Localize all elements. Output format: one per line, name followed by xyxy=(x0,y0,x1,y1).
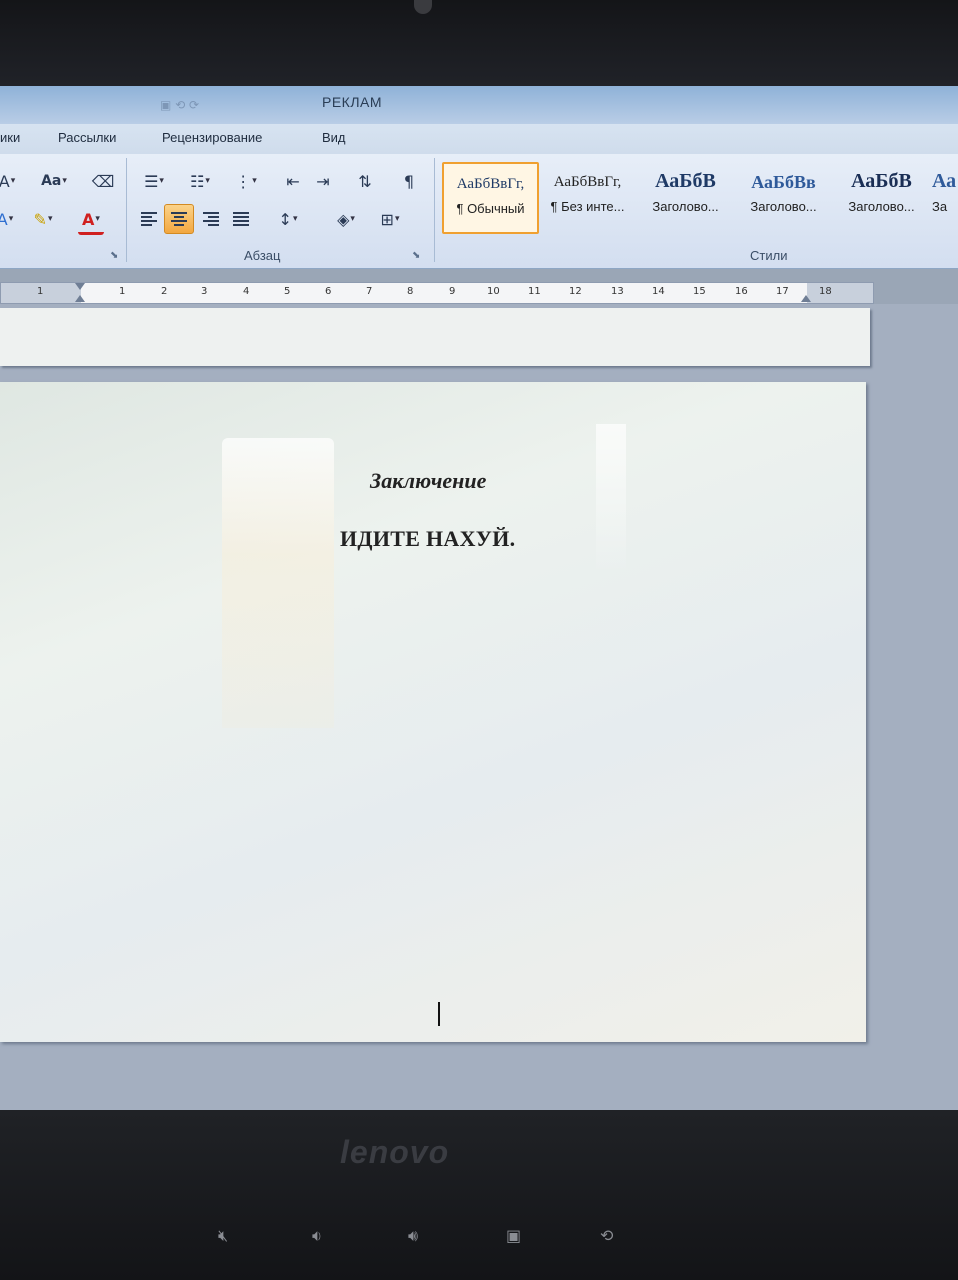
document-page[interactable]: Заключение ИДИТЕ НАХУЙ. xyxy=(0,382,866,1042)
ruler-number: 1 xyxy=(119,286,126,297)
change-case-button[interactable]: Aa ▾ xyxy=(36,168,72,194)
align-center-button[interactable] xyxy=(164,204,194,234)
ruler-number: 18 xyxy=(819,286,832,297)
style-name: ¶ Без инте... xyxy=(550,199,625,214)
right-indent-marker[interactable] xyxy=(801,295,811,302)
clear-formatting-icon[interactable]: ⌫ xyxy=(90,168,116,194)
tab-insert[interactable]: ики xyxy=(0,130,20,145)
justify-button[interactable] xyxy=(228,206,254,232)
camera-icon[interactable]: ▣ xyxy=(506,1226,521,1245)
numbering-button[interactable]: ☷ ▾ xyxy=(182,168,218,194)
window-title: РЕКЛАМ xyxy=(322,94,383,110)
ruler-number: 1 xyxy=(37,286,44,297)
multilevel-list-button[interactable]: ⋮ ▾ xyxy=(228,168,264,194)
laptop-bottom-bezel: lenovo 🔇︎ 🔉︎ 🔊︎ ▣ ⟲ xyxy=(0,1110,958,1280)
paragraph-dialog-launcher-icon[interactable]: ⬊ xyxy=(412,250,420,261)
ruler-number: 8 xyxy=(407,286,414,297)
ruler-number: 6 xyxy=(325,286,332,297)
decrease-indent-icon[interactable]: ⇤ xyxy=(280,168,306,194)
font-color-button[interactable]: A ▾ xyxy=(78,206,104,235)
font-dialog-launcher-icon[interactable]: ⬊ xyxy=(110,250,118,261)
align-left-button[interactable] xyxy=(136,206,162,232)
styles-group-label: Стили xyxy=(750,248,788,263)
document-heading[interactable]: Заключение xyxy=(370,468,486,494)
ruler-number: 14 xyxy=(652,286,665,297)
ruler-number: 5 xyxy=(284,286,291,297)
borders-button[interactable]: ⊞ ▾ xyxy=(372,206,408,232)
tab-review[interactable]: Рецензирование xyxy=(162,130,262,145)
style-heading-2[interactable]: АаБбВв Заголово... xyxy=(736,162,831,232)
style-subtitle[interactable]: Аа За xyxy=(932,162,958,232)
bullets-button[interactable]: ☰ ▾ xyxy=(136,168,172,194)
show-marks-icon[interactable]: ¶ xyxy=(396,168,422,194)
ruler-number: 15 xyxy=(693,286,706,297)
quick-access-toolbar[interactable]: ▣ ⟲ ⟳ xyxy=(160,98,199,112)
ruler-number: 11 xyxy=(528,286,541,297)
document-area[interactable]: Заключение ИДИТЕ НАХУЙ. xyxy=(0,304,958,1110)
ruler-number: 3 xyxy=(201,286,208,297)
ruler-number: 16 xyxy=(735,286,748,297)
paragraph-group-label: Абзац xyxy=(244,248,281,263)
ruler-number: 10 xyxy=(487,286,500,297)
style-sample: АаБбВ xyxy=(851,170,912,192)
screen-glare xyxy=(596,424,626,574)
tab-mailings[interactable]: Рассылки xyxy=(58,130,116,145)
style-title[interactable]: АаБбВ Заголово... xyxy=(834,162,929,232)
style-normal[interactable]: АаБбВвГг, ¶ Обычный xyxy=(442,162,539,234)
ribbon: A ▾ Aa ▾ ⌫ A ▾ ✎ ▾ A ▾ ⬊ ☰ ▾ ☷ ▾ ⋮ ▾ ⇤ ⇥ ⇅ ¶ ↕ ▾ … xyxy=(0,154,958,269)
style-sample: АаБбВ xyxy=(655,170,716,192)
text-cursor xyxy=(438,1002,440,1026)
align-right-button[interactable] xyxy=(198,206,224,232)
style-sample: АаБбВв xyxy=(751,172,816,192)
ribbon-tabs: ики Рассылки Рецензирование Вид xyxy=(0,124,958,155)
style-name: Заголово... xyxy=(848,199,915,214)
webcam-icon xyxy=(414,0,432,14)
hanging-indent-marker[interactable] xyxy=(75,295,85,302)
line-spacing-button[interactable]: ↕ ▾ xyxy=(270,206,306,232)
shading-button[interactable]: ◈ ▾ xyxy=(328,206,364,232)
document-paragraph[interactable]: ИДИТЕ НАХУЙ. xyxy=(340,526,515,552)
onekey-recovery-icon[interactable]: ⟲ xyxy=(600,1226,613,1245)
ruler-number: 7 xyxy=(366,286,373,297)
ruler-number: 13 xyxy=(611,286,624,297)
group-separator xyxy=(126,158,127,262)
style-no-spacing[interactable]: АаБбВвГг, ¶ Без инте... xyxy=(540,162,635,232)
change-case-label: Aa xyxy=(41,173,62,189)
style-name: За xyxy=(932,199,948,214)
ruler-margin-right xyxy=(807,283,873,303)
style-name: ¶ Обычный xyxy=(456,201,525,216)
ruler-number: 9 xyxy=(449,286,456,297)
style-name: Заголово... xyxy=(652,199,719,214)
volume-up-icon[interactable]: 🔊︎ xyxy=(408,1226,418,1246)
sort-icon[interactable]: ⇅ xyxy=(352,168,378,194)
style-sample: Аа xyxy=(932,170,957,192)
horizontal-ruler[interactable]: 1 1 2 3 4 5 6 7 8 9 10 11 12 13 14 15 16… xyxy=(0,282,874,304)
ruler-number: 2 xyxy=(161,286,168,297)
tab-view[interactable]: Вид xyxy=(322,130,346,145)
laptop-top-bezel xyxy=(0,0,958,86)
previous-page-bottom[interactable] xyxy=(0,308,870,366)
first-line-indent-marker[interactable] xyxy=(75,283,85,290)
ruler-number: 17 xyxy=(776,286,789,297)
increase-indent-icon[interactable]: ⇥ xyxy=(310,168,336,194)
font-size-down-button[interactable]: A ▾ xyxy=(0,168,20,194)
brand-logo: lenovo xyxy=(340,1134,450,1170)
ruler-number: 12 xyxy=(569,286,582,297)
group-separator xyxy=(434,158,435,262)
screen-glare xyxy=(222,438,334,728)
text-effects-button[interactable]: A ▾ xyxy=(0,206,18,232)
style-sample: АаБбВвГг, xyxy=(553,174,622,190)
style-sample: АаБбВвГг, xyxy=(456,176,525,192)
title-bar: ▣ ⟲ ⟳ РЕКЛАМ xyxy=(0,86,958,124)
style-heading-1[interactable]: АаБбВ Заголово... xyxy=(638,162,733,232)
highlight-color-button[interactable]: ✎ ▾ xyxy=(30,206,56,232)
volume-down-icon[interactable]: 🔉︎ xyxy=(312,1226,322,1246)
ruler-number: 4 xyxy=(243,286,250,297)
style-name: Заголово... xyxy=(750,199,817,214)
mute-icon[interactable]: 🔇︎ xyxy=(218,1226,228,1246)
screen: ▣ ⟲ ⟳ РЕКЛАМ ики Рассылки Рецензирование… xyxy=(0,86,958,1110)
